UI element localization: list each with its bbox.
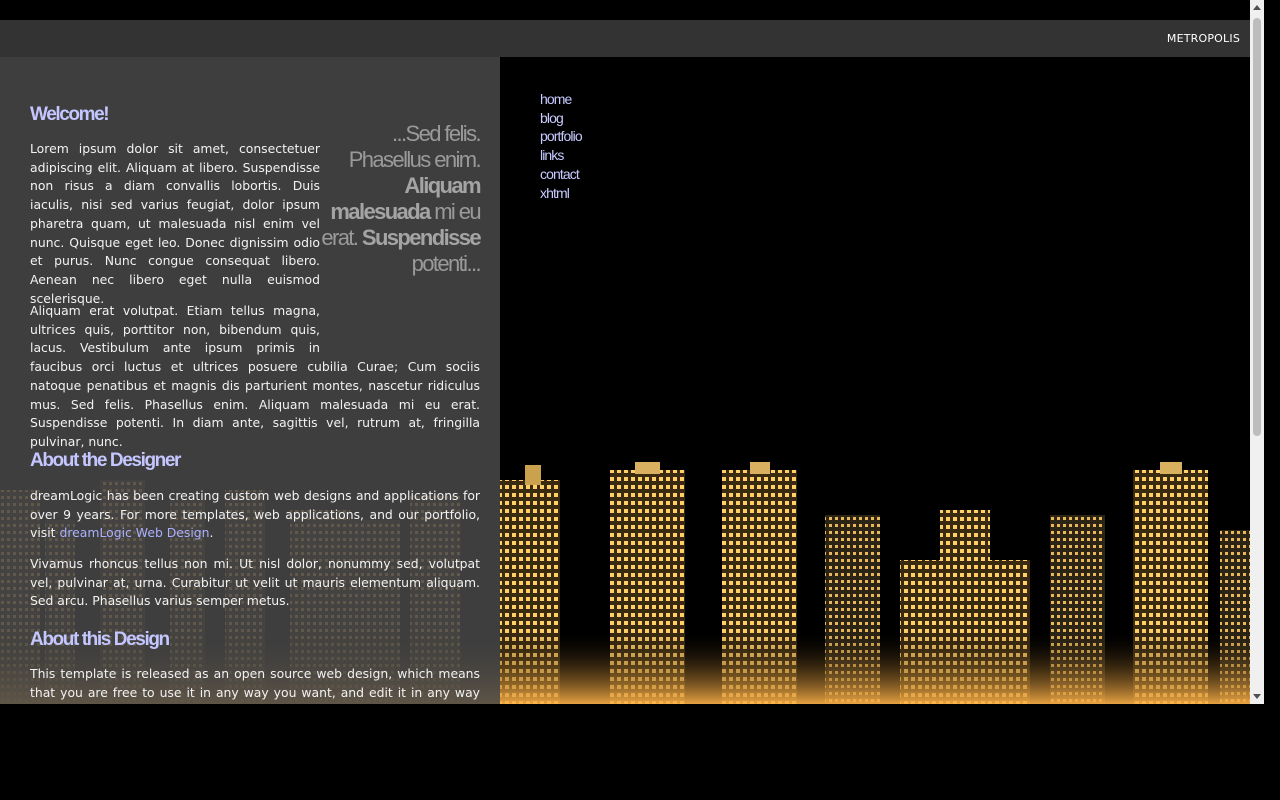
welcome-paragraph-1: Lorem ipsum dolor sit amet, consectetuer… bbox=[30, 141, 320, 306]
scrollbar-thumb[interactable] bbox=[1253, 18, 1261, 436]
nav-link-links[interactable]: links bbox=[540, 146, 582, 165]
nav-link-xhtml[interactable]: xhtml bbox=[540, 184, 582, 203]
dreamlogic-link[interactable]: dreamLogic Web Design bbox=[60, 525, 210, 540]
site-title: METROPOLIS bbox=[1166, 32, 1240, 45]
pull-quote: ...Sed felis. Phasellus enim. Aliquam ma… bbox=[320, 121, 482, 277]
pull-quote-text-3: potenti... bbox=[411, 251, 482, 276]
nav-link-blog[interactable]: blog bbox=[540, 109, 582, 128]
content-panel: Welcome! Lorem ipsum dolor sit amet, con… bbox=[0, 57, 500, 704]
nav-link-contact[interactable]: contact bbox=[540, 165, 582, 184]
designer-paragraph-1: dreamLogic has been creating custom web … bbox=[30, 487, 480, 543]
nav-link-portfolio[interactable]: portfolio bbox=[540, 127, 583, 146]
main-navigation: home blog portfolio links contact xhtml bbox=[540, 90, 583, 203]
about-designer-heading: About the Designer bbox=[30, 450, 181, 471]
vertical-scrollbar[interactable] bbox=[1250, 0, 1264, 704]
header-bar: METROPOLIS bbox=[0, 20, 1250, 57]
designer-paragraph-2: Vivamus rhoncus tellus non mi. Ut nisl d… bbox=[30, 556, 480, 609]
nav-link-home[interactable]: home bbox=[540, 90, 582, 109]
pull-quote-text-1: ...Sed felis. Phasellus enim. bbox=[348, 121, 482, 172]
designer-paragraph-1-end: . bbox=[209, 525, 214, 541]
browser-viewport: METROPOLIS Welcome! Lorem ipsum dolor si… bbox=[0, 0, 1264, 704]
about-design-heading: About this Design bbox=[30, 629, 170, 650]
triangle-down-icon[interactable] bbox=[1250, 688, 1264, 704]
triangle-up-icon[interactable] bbox=[1250, 0, 1264, 16]
design-paragraph-1: This template is released as an open sou… bbox=[30, 666, 480, 704]
pull-quote-bold-2: Suspendisse bbox=[361, 225, 482, 250]
